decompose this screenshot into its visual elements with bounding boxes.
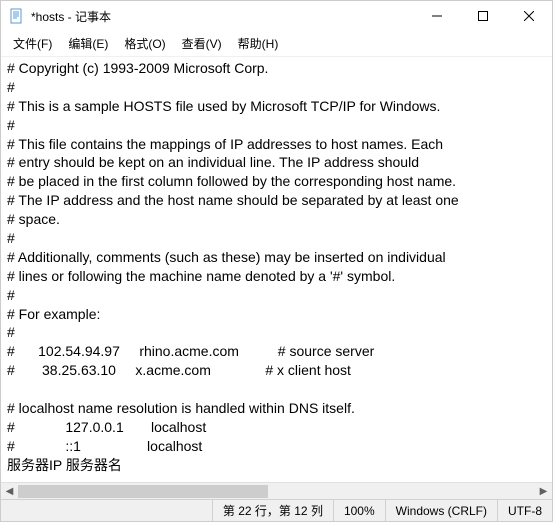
scroll-track[interactable] — [18, 483, 535, 499]
status-line-ending: Windows (CRLF) — [385, 500, 497, 521]
menu-help[interactable]: 帮助(H) — [232, 33, 285, 54]
horizontal-scrollbar[interactable]: ◀ ▶ — [1, 482, 552, 499]
app-icon — [9, 8, 25, 24]
text-editor[interactable]: # Copyright (c) 1993-2009 Microsoft Corp… — [1, 57, 552, 482]
window-title: *hosts - 记事本 — [31, 8, 414, 25]
menu-edit[interactable]: 编辑(E) — [62, 33, 114, 54]
menu-format[interactable]: 格式(O) — [118, 33, 171, 54]
titlebar: *hosts - 记事本 — [1, 1, 552, 31]
status-encoding: UTF-8 — [497, 500, 552, 521]
scroll-right-icon[interactable]: ▶ — [535, 483, 552, 500]
minimize-button[interactable] — [414, 1, 460, 31]
maximize-button[interactable] — [460, 1, 506, 31]
menu-view[interactable]: 查看(V) — [176, 33, 228, 54]
close-button[interactable] — [506, 1, 552, 31]
menu-file[interactable]: 文件(F) — [7, 33, 58, 54]
status-zoom: 100% — [333, 500, 385, 521]
menubar: 文件(F) 编辑(E) 格式(O) 查看(V) 帮助(H) — [1, 31, 552, 57]
statusbar: 第 22 行，第 12 列 100% Windows (CRLF) UTF-8 — [1, 499, 552, 521]
status-spacer — [1, 500, 212, 521]
status-position: 第 22 行，第 12 列 — [212, 500, 333, 521]
window-controls — [414, 1, 552, 31]
scroll-left-icon[interactable]: ◀ — [1, 483, 18, 500]
scroll-thumb[interactable] — [18, 485, 268, 498]
